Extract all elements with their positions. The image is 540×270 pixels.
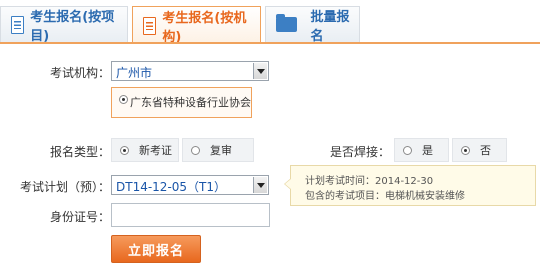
- option-label: 否: [480, 144, 491, 157]
- tab-bar: 考生报名(按项目) 考生报名(按机构) 批量报名: [0, 0, 540, 45]
- tab-underline: [0, 42, 540, 44]
- weld-option-no[interactable]: 否: [452, 138, 507, 162]
- plan-label: 考试计划（预）：: [19, 180, 110, 194]
- submit-button[interactable]: 立即报名: [111, 235, 201, 263]
- tab-register-by-project[interactable]: 考生报名(按项目): [0, 6, 128, 44]
- org-option-box: 广东省特种设备行业协会: [111, 87, 252, 118]
- type-label: 报名类型：: [49, 145, 110, 159]
- id-label: 身份证号：: [49, 210, 110, 224]
- org-option-label: 广东省特种设备行业协会: [130, 96, 251, 109]
- weld-label: 是否焊接：: [329, 145, 390, 159]
- tooltip-exam-time: 计划考试时间：2014-12-30: [305, 176, 434, 187]
- plan-info-tooltip: 计划考试时间：2014-12-30 包含的考试项目：电梯机械安装维修: [284, 165, 536, 206]
- tab-label: 批量报名: [310, 9, 350, 44]
- radio-weld-no[interactable]: [461, 145, 470, 155]
- tab-label: 考生报名(按项目): [30, 9, 115, 44]
- tab-register-by-org[interactable]: 考生报名(按机构): [132, 6, 261, 45]
- type-option-new[interactable]: 新考证: [111, 138, 179, 162]
- weld-option-yes[interactable]: 是: [394, 138, 449, 162]
- radio-weld-yes[interactable]: [403, 145, 412, 155]
- id-number-input[interactable]: [111, 203, 270, 227]
- document-icon: [11, 15, 25, 34]
- radio-new-cert[interactable]: [120, 145, 129, 155]
- folder-icon: [276, 14, 297, 32]
- tooltip-exam-items: 包含的考试项目：电梯机械安装维修: [305, 191, 465, 202]
- chevron-down-icon[interactable]: [253, 63, 267, 79]
- option-label: 新考证: [139, 144, 172, 157]
- org-label: 考试机构：: [49, 66, 110, 80]
- plan-select[interactable]: DT14-12-05（T1）: [111, 175, 269, 195]
- org-select-value: 广州市: [116, 66, 153, 80]
- plan-select-value: DT14-12-05（T1）: [116, 180, 227, 194]
- tab-label: 考生报名(按机构): [162, 10, 247, 45]
- chevron-down-icon[interactable]: [253, 177, 267, 193]
- document-icon: [143, 16, 157, 35]
- type-option-review[interactable]: 复审: [182, 138, 254, 162]
- org-select[interactable]: 广州市: [111, 61, 269, 81]
- tab-batch-register[interactable]: 批量报名: [265, 6, 360, 44]
- org-option-radio[interactable]: [119, 95, 128, 104]
- radio-review[interactable]: [191, 145, 200, 155]
- option-label: 是: [422, 144, 433, 157]
- option-label: 复审: [210, 144, 232, 157]
